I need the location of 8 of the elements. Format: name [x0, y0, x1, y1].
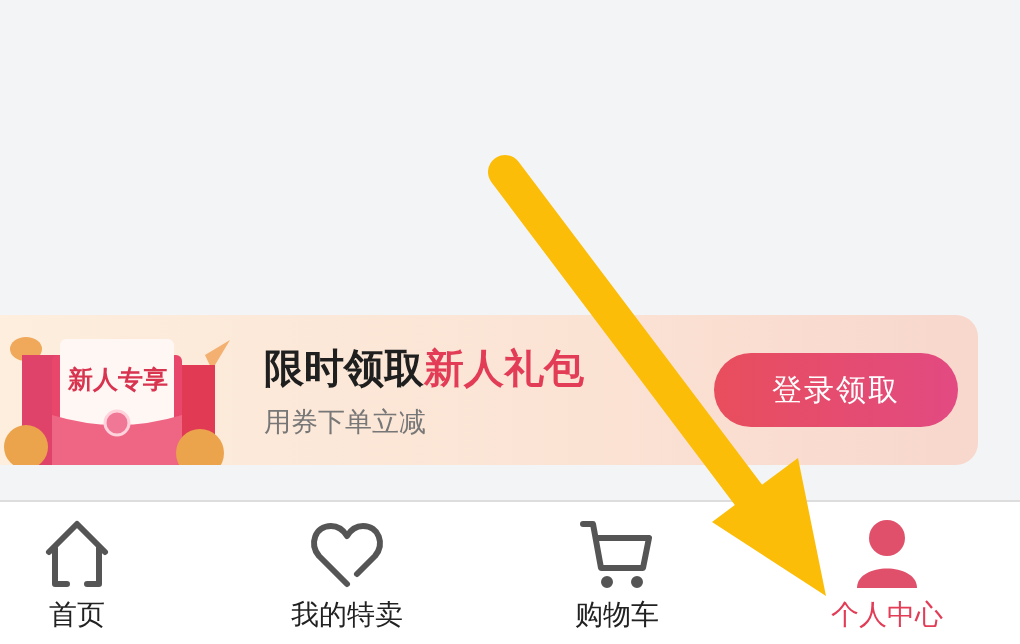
tab[interactable]: 首页	[37, 502, 117, 644]
login-claim-button[interactable]: 登录领取	[714, 353, 958, 427]
promo-subtitle: 用券下单立减	[264, 404, 427, 439]
tab[interactable]: 购物车	[575, 502, 659, 644]
promo-badge-text: 新人专享	[68, 364, 168, 396]
promo-title: 限时领取新人礼包	[264, 343, 585, 393]
tab[interactable]: 我的特卖	[291, 502, 403, 644]
tab[interactable]: 个人中心	[831, 502, 943, 644]
